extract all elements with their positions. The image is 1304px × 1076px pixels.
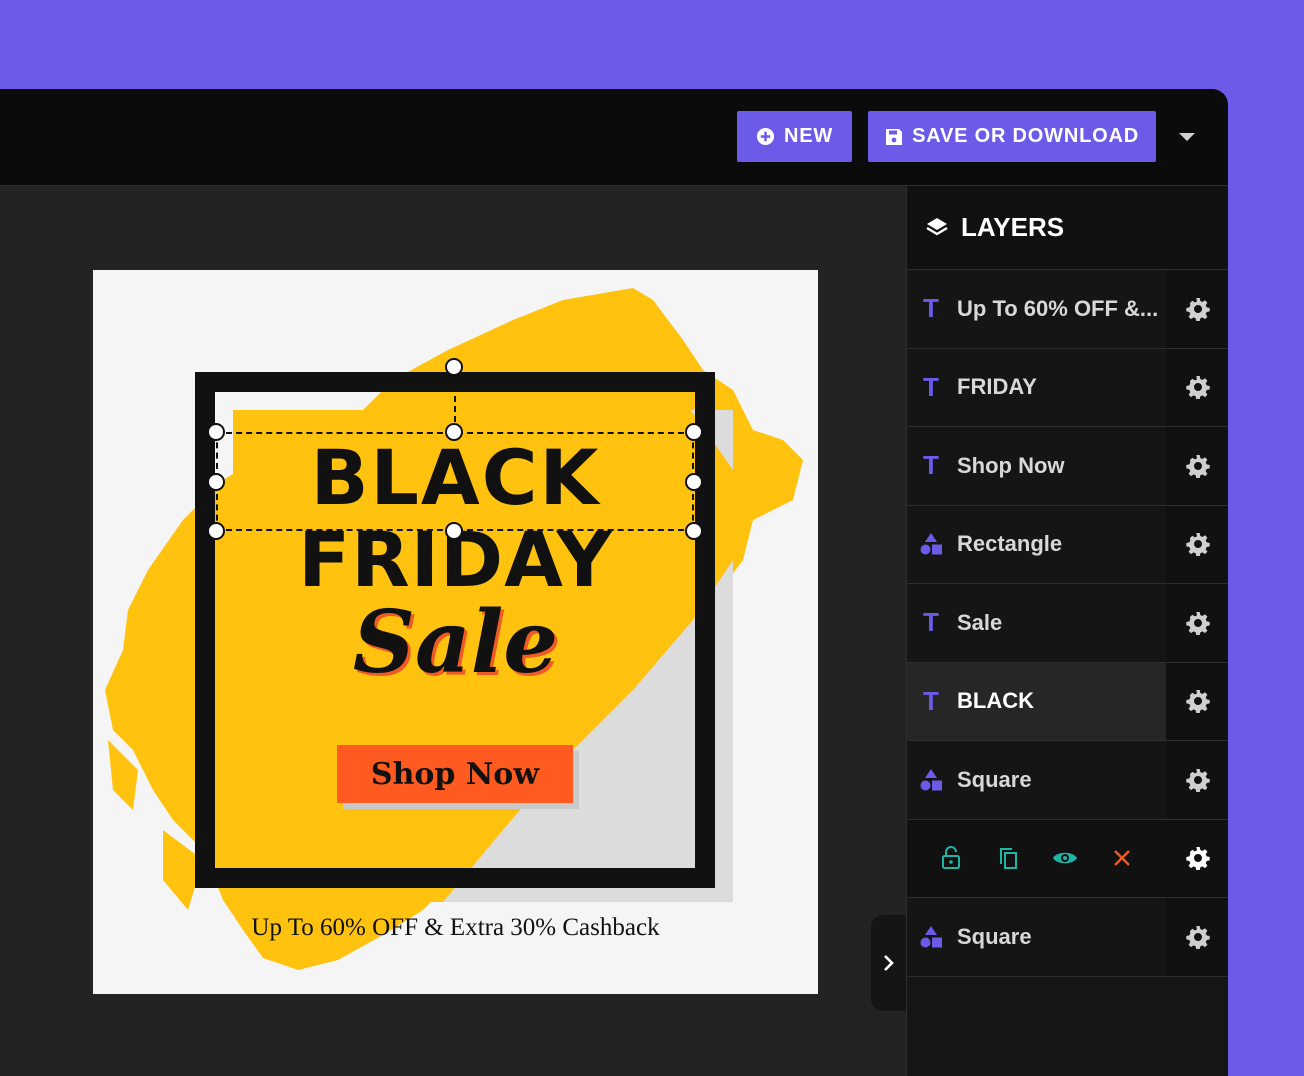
eye-icon[interactable] bbox=[1049, 842, 1081, 874]
layer-item-square[interactable]: Square bbox=[907, 741, 1228, 820]
save-download-button[interactable]: SAVE OR DOWNLOAD bbox=[868, 111, 1156, 162]
shop-now-button[interactable]: Shop Now bbox=[337, 745, 573, 803]
layer-item-promo-text[interactable]: T Up To 60% OFF &... bbox=[907, 270, 1228, 349]
gear-icon[interactable] bbox=[1166, 898, 1228, 976]
new-button-label: NEW bbox=[783, 125, 834, 147]
resize-handle-bottom-right[interactable] bbox=[685, 522, 703, 540]
chevron-down-icon[interactable] bbox=[1172, 125, 1202, 149]
shapes-icon bbox=[919, 532, 943, 556]
layer-item-sale[interactable]: T Sale bbox=[907, 584, 1228, 663]
promo-text[interactable]: Up To 60% OFF & Extra 30% Cashback bbox=[93, 914, 818, 942]
layers-header: LAYERS bbox=[907, 186, 1228, 270]
new-button[interactable]: NEW bbox=[737, 111, 852, 162]
editor-window: NEW SAVE OR DOWNLOAD BLACK FRIDAY Sale S… bbox=[0, 89, 1228, 1076]
design-canvas[interactable]: BLACK FRIDAY Sale Shop Now Up To 60% OFF… bbox=[93, 270, 818, 994]
sale-text[interactable]: Sale bbox=[93, 600, 818, 686]
text-type-icon: T bbox=[923, 685, 939, 716]
floppy-disk-icon bbox=[886, 128, 903, 145]
layer-label: Rectangle bbox=[957, 531, 1063, 557]
gear-icon[interactable] bbox=[1166, 427, 1228, 505]
layer-label: Up To 60% OFF &... bbox=[957, 295, 1159, 321]
shapes-icon bbox=[919, 768, 943, 792]
resize-handle-top[interactable] bbox=[445, 423, 463, 441]
resize-handle-right[interactable] bbox=[685, 473, 703, 491]
canvas-area: BLACK FRIDAY Sale Shop Now Up To 60% OFF… bbox=[0, 186, 906, 1076]
layer-label: Square bbox=[957, 766, 1032, 792]
layer-item-friday[interactable]: T FRIDAY bbox=[907, 348, 1228, 427]
resize-handle-top-left[interactable] bbox=[207, 423, 225, 441]
gear-icon[interactable] bbox=[1166, 270, 1228, 348]
panel-toggle-button[interactable] bbox=[871, 915, 907, 1011]
duplicate-icon[interactable] bbox=[992, 842, 1024, 874]
layer-item-shop-now[interactable]: T Shop Now bbox=[907, 427, 1228, 506]
gear-icon[interactable] bbox=[1166, 584, 1228, 662]
layer-item-rectangle[interactable]: Rectangle bbox=[907, 505, 1228, 584]
gear-icon[interactable] bbox=[1166, 348, 1228, 426]
layers-title: LAYERS bbox=[961, 212, 1065, 242]
text-type-icon: T bbox=[923, 371, 939, 402]
text-type-icon: T bbox=[923, 450, 939, 481]
shapes-icon bbox=[919, 925, 943, 949]
rotate-handle[interactable] bbox=[445, 358, 463, 376]
layer-label: BLACK bbox=[957, 688, 1034, 714]
save-button-label: SAVE OR DOWNLOAD bbox=[912, 125, 1139, 147]
gear-icon[interactable] bbox=[1166, 741, 1228, 819]
delete-icon[interactable] bbox=[1106, 842, 1138, 874]
resize-handle-top-right[interactable] bbox=[685, 423, 703, 441]
layer-label: Square bbox=[957, 923, 1032, 949]
plus-circle-icon bbox=[756, 127, 775, 146]
layer-item-black[interactable]: T BLACK bbox=[907, 662, 1228, 741]
gear-icon[interactable] bbox=[1166, 662, 1228, 740]
layer-label: Sale bbox=[957, 609, 1003, 635]
text-type-icon: T bbox=[923, 607, 939, 638]
gear-icon[interactable] bbox=[1166, 505, 1228, 583]
layer-label: FRIDAY bbox=[957, 374, 1037, 400]
resize-handle-bottom[interactable] bbox=[445, 522, 463, 540]
chevron-right-icon bbox=[884, 955, 894, 971]
layers-panel: LAYERS T Up To 60% OFF &... T FRIDAY T Shop… bbox=[906, 186, 1228, 1076]
layer-tools-row bbox=[907, 819, 1228, 898]
gear-icon[interactable] bbox=[1166, 819, 1228, 897]
shop-now-label: Shop Now bbox=[370, 756, 540, 792]
layer-item-square-2[interactable]: Square bbox=[907, 898, 1228, 977]
top-toolbar: NEW SAVE OR DOWNLOAD bbox=[0, 89, 1228, 186]
resize-handle-left[interactable] bbox=[207, 473, 225, 491]
layer-label: Shop Now bbox=[957, 452, 1065, 478]
text-type-icon: T bbox=[923, 293, 939, 324]
resize-handle-bottom-left[interactable] bbox=[207, 522, 225, 540]
layers-icon bbox=[926, 217, 948, 235]
selection-box[interactable] bbox=[216, 432, 694, 531]
unlock-icon[interactable] bbox=[935, 842, 967, 874]
